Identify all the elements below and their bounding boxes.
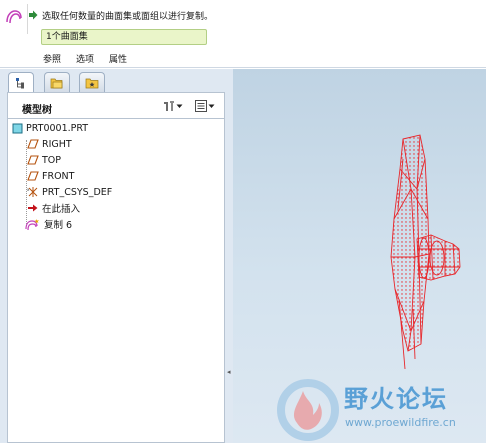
copy-surface-icon (6, 10, 22, 24)
tab-folder-browser[interactable] (44, 72, 70, 92)
prompt-text: 选取任何数量的曲面集或面组以进行复制。 (42, 11, 214, 22)
tab-favorites[interactable] (79, 72, 105, 92)
tree-item-label: 复制 6 (44, 220, 73, 231)
coordinate-system-icon: x (27, 187, 38, 197)
tree-item-csys[interactable]: x PRT_CSYS_DEF (27, 185, 112, 199)
tree-settings-button[interactable] (162, 98, 183, 114)
tree-item-copy[interactable]: 复制 6 (25, 217, 72, 231)
tab-model-tree[interactable] (8, 72, 34, 93)
model-tree-icon (16, 78, 24, 89)
tree-item-label: 在此插入 (42, 204, 81, 215)
tree-item-label: PRT_CSYS_DEF (42, 186, 113, 198)
tree-item-top[interactable]: TOP (27, 153, 61, 167)
navigator-tabbar (0, 69, 232, 93)
forum-watermark: 野火论坛 www.proewildfire.cn (275, 375, 486, 443)
tree-item-label: RIGHT (42, 138, 72, 150)
chevron-down-icon (176, 104, 183, 108)
model-tree: PRT0001.PRT RIGHT TOP FRONT x PRT_CSYS_D… (7, 118, 225, 443)
tree-item-front[interactable]: FRONT (27, 169, 74, 183)
navigator-sash[interactable]: ◂ (225, 69, 233, 443)
model-tree-title: 模型树 (22, 105, 52, 116)
message-prompt: 选取任何数量的曲面集或面组以进行复制。 (28, 8, 213, 22)
copy-dashboard: 选取任何数量的曲面集或面组以进行复制。 1个曲面集 参照 选项 属性 (0, 0, 486, 68)
collapse-arrow-icon[interactable]: ◂ (227, 368, 231, 376)
tree-item-right[interactable]: RIGHT (27, 137, 72, 151)
tab-properties[interactable]: 属性 (109, 52, 127, 65)
prompt-arrow-icon (29, 10, 38, 20)
datum-plane-icon (27, 171, 39, 181)
favorites-icon (85, 78, 99, 88)
dashboard-tabs: 参照 选项 属性 (43, 52, 127, 65)
tree-item-part[interactable]: PRT0001.PRT (12, 121, 88, 135)
tab-options[interactable]: 选项 (76, 52, 94, 65)
flame-logo-icon (277, 379, 339, 441)
watermark-title: 野火论坛 (344, 385, 448, 413)
tree-item-label: TOP (42, 154, 62, 166)
navigator-pane: 模型树 PRT0001.PRT RIGHT TOP FRONT x PRT_CS… (0, 69, 232, 443)
datum-plane-icon (27, 139, 39, 149)
tab-references[interactable]: 参照 (43, 52, 61, 65)
watermark-url: www.proewildfire.cn (345, 416, 456, 429)
surface-set-collector[interactable]: 1个曲面集 (41, 29, 207, 45)
insert-here-arrow-icon (28, 204, 38, 212)
tree-show-button[interactable] (194, 98, 215, 114)
svg-text:x: x (27, 187, 30, 192)
model-tree-header: 模型树 (7, 92, 225, 118)
tree-item-label: FRONT (42, 170, 75, 182)
datum-plane-icon (27, 155, 39, 165)
copy-feature-icon (25, 218, 39, 230)
tree-item-label: PRT0001.PRT (26, 122, 89, 134)
chevron-down-icon (208, 104, 215, 108)
list-display-icon (195, 100, 207, 112)
folder-browser-icon (50, 78, 63, 88)
part-icon (12, 123, 23, 133)
tools-icon (164, 101, 174, 111)
tree-item-insert-here[interactable]: 在此插入 (27, 201, 80, 215)
